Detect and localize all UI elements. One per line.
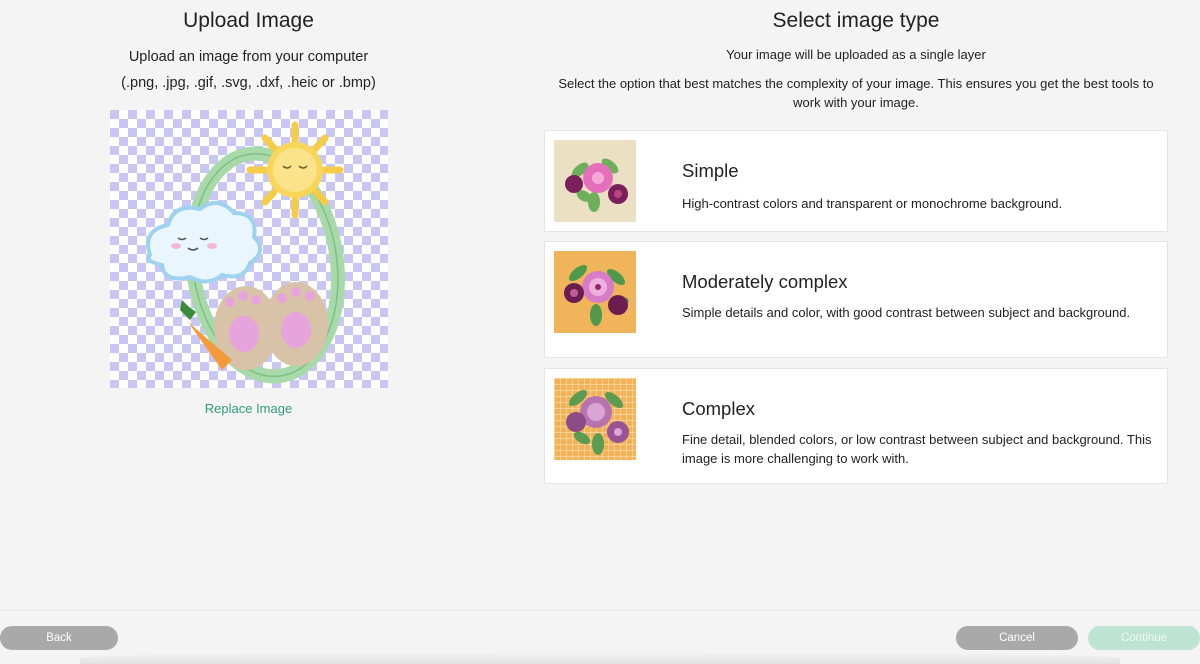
back-button[interactable]: Back: [0, 626, 118, 650]
cancel-button[interactable]: Cancel: [956, 626, 1078, 650]
complex-thumbnail: [554, 378, 636, 460]
option-simple-description: High-contrast colors and transparent or …: [682, 196, 1063, 211]
replace-image-link[interactable]: Replace Image: [0, 401, 497, 416]
footer-divider: [0, 610, 1200, 611]
moderately-complex-thumbnail: [554, 251, 636, 333]
option-simple[interactable]: Simple High-contrast colors and transpar…: [544, 130, 1168, 232]
footer-shadow: [80, 652, 1120, 664]
option-moderately-complex-title: Moderately complex: [682, 271, 848, 292]
option-moderately-complex[interactable]: Moderately complex Simple details and co…: [544, 241, 1168, 358]
option-complex-description: Fine detail, blended colors, or low cont…: [682, 432, 1152, 466]
upload-formats: (.png, .jpg, .gif, .svg, .dxf, .heic or …: [121, 75, 376, 91]
option-complex[interactable]: Complex Fine detail, blended colors, or …: [544, 368, 1168, 484]
select-instructions: Select the option that best matches the …: [558, 76, 1154, 110]
option-moderately-complex-description: Simple details and color, with good cont…: [682, 305, 1131, 320]
uploaded-image: [110, 110, 388, 388]
upload-title: Upload Image: [183, 9, 314, 32]
option-simple-title: Simple: [682, 160, 739, 181]
layer-note: Your image will be uploaded as a single …: [726, 47, 986, 62]
simple-thumbnail: [554, 140, 636, 222]
select-title: Select image type: [772, 9, 940, 32]
image-preview: [110, 110, 388, 388]
upload-subtitle: Upload an image from your computer: [128, 49, 369, 65]
continue-button[interactable]: Continue: [1088, 626, 1200, 650]
option-complex-title: Complex: [682, 398, 755, 419]
